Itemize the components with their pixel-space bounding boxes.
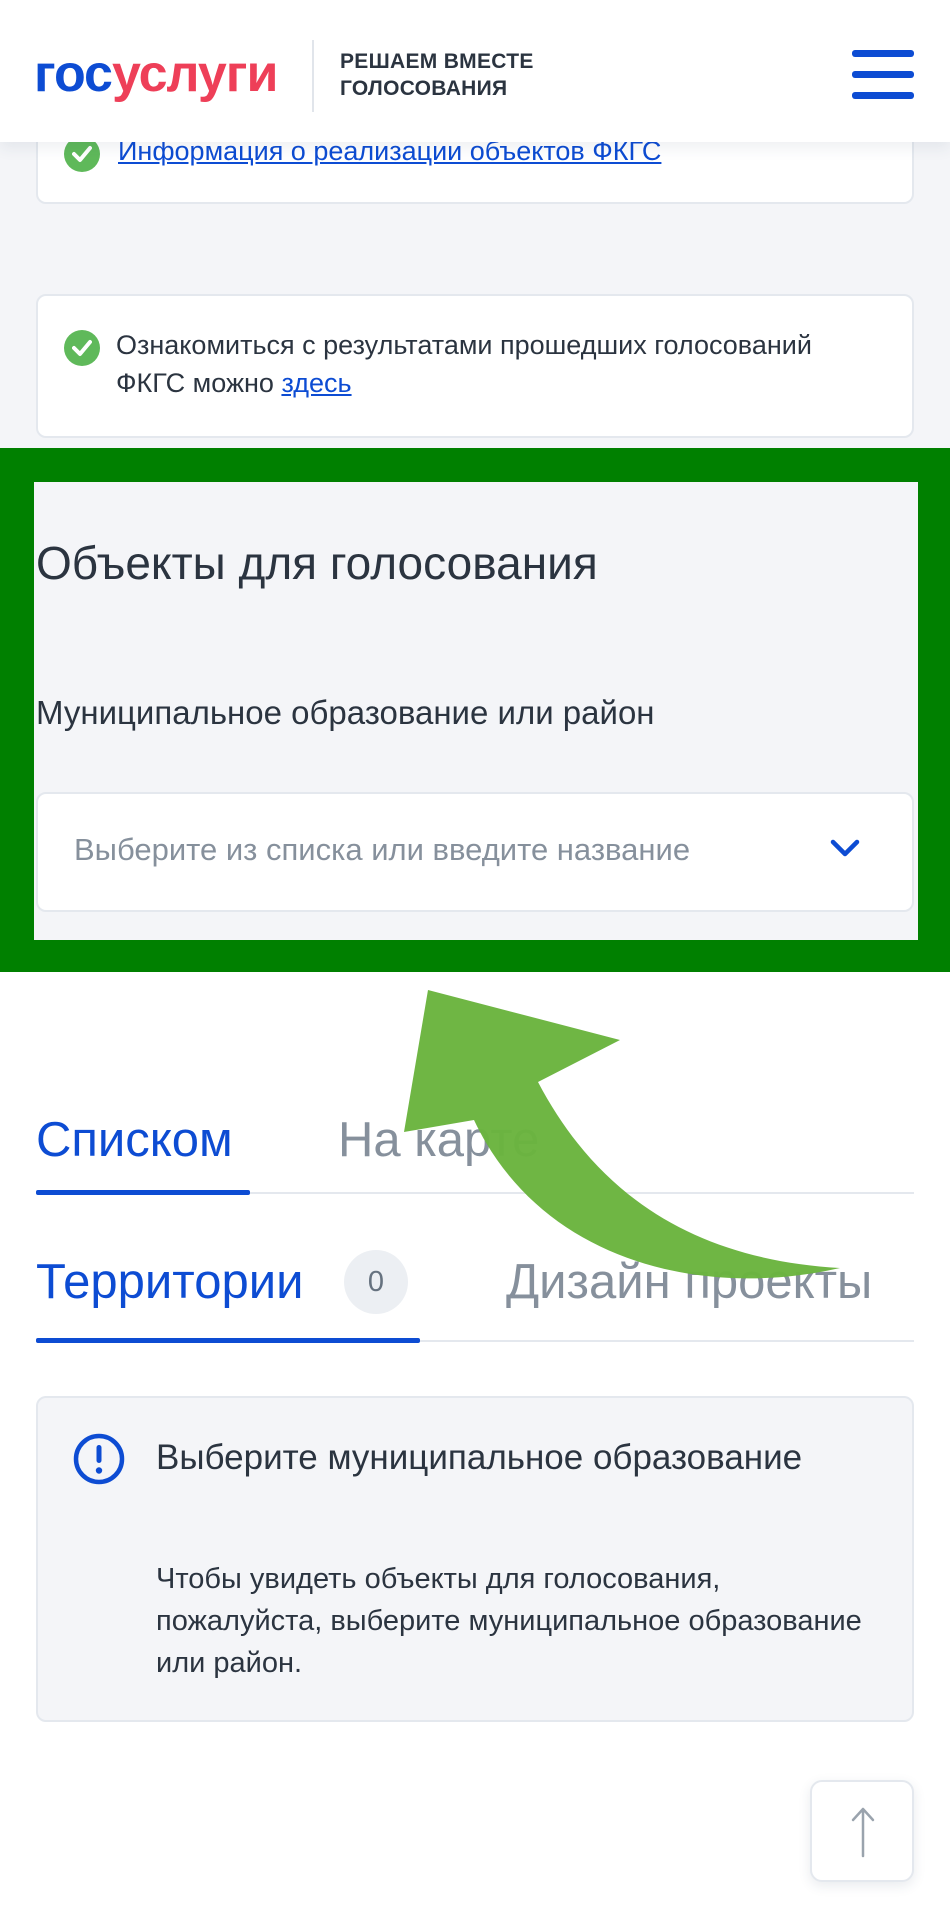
site-header: госуслуги РЕШАЕМ ВМЕСТЕ ГОЛОСОВАНИЯ xyxy=(0,0,950,142)
municipality-select[interactable]: Выберите из списка или введите название xyxy=(36,792,914,912)
notice-body: Чтобы увидеть объекты для голосования, п… xyxy=(156,1563,862,1679)
territories-count-badge: 0 xyxy=(344,1250,408,1314)
header-divider xyxy=(312,40,314,112)
tab-list-view-underline xyxy=(36,1190,250,1195)
tab-territories-underline xyxy=(36,1338,420,1343)
section-title: Объекты для голосования xyxy=(36,537,598,589)
past-results-link[interactable]: здесь xyxy=(281,368,351,398)
tab-design-projects[interactable]: Дизайн проекты xyxy=(506,1254,872,1310)
tagline-line-1: РЕШАЕМ ВМЕСТЕ xyxy=(340,50,534,73)
hamburger-menu-icon[interactable] xyxy=(852,50,914,100)
exclamation-circle-icon xyxy=(72,1432,126,1491)
municipality-select-placeholder: Выберите из списка или введите название xyxy=(74,832,691,867)
info-card-past-results: Ознакомиться с результатами прошедших го… xyxy=(36,294,914,438)
notice-title: Выберите муниципальное образование xyxy=(156,1438,803,1477)
tagline-line-2: ГОЛОСОВАНИЯ xyxy=(340,77,508,100)
scroll-to-top-button[interactable] xyxy=(810,1780,914,1882)
arrow-up-icon xyxy=(851,1807,875,1858)
gosuslugi-logo[interactable]: госуслуги xyxy=(34,44,278,104)
logo-part-gos: гос xyxy=(34,45,113,103)
municipality-field-label: Муниципальное образование или район xyxy=(36,694,655,731)
past-results-text: Ознакомиться с результатами прошедших го… xyxy=(116,330,812,398)
logo-part-uslugi: услуги xyxy=(111,45,278,103)
check-circle-icon xyxy=(64,330,100,366)
tab-territories[interactable]: Территории xyxy=(36,1254,303,1310)
tab-list-view[interactable]: Списком xyxy=(36,1112,233,1168)
chevron-down-icon xyxy=(830,838,860,863)
tab-map-view[interactable]: На карте xyxy=(338,1112,539,1168)
header-tagline: РЕШАЕМ ВМЕСТЕ ГОЛОСОВАНИЯ xyxy=(340,48,534,102)
